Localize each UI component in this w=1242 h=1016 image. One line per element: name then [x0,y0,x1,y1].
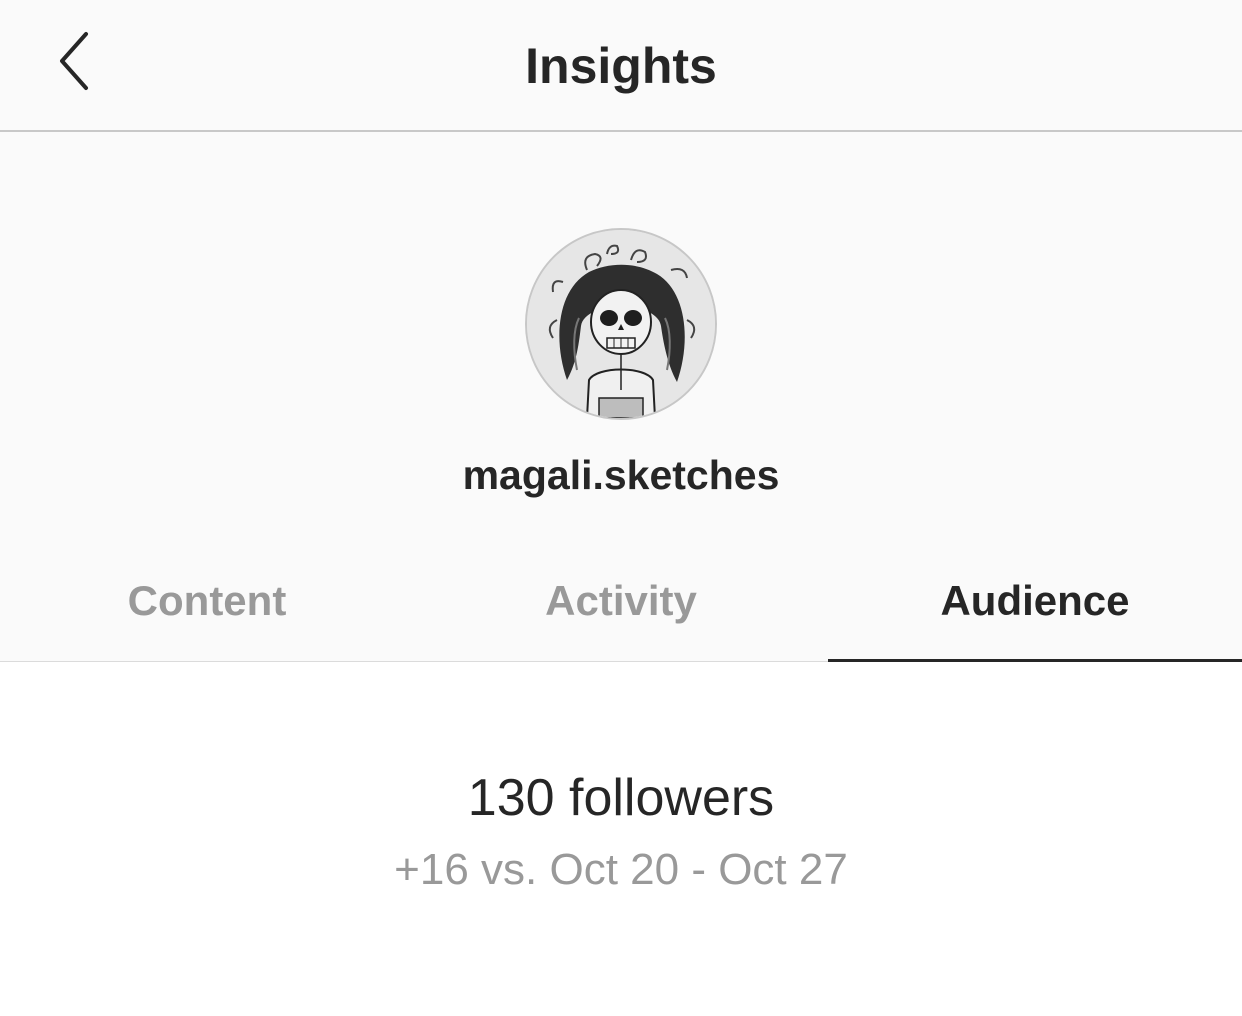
insights-header-section: Insights magali.sketches Content Activit… [0,0,1242,662]
navigation-bar: Insights [0,0,1242,132]
insights-tabs: Content Activity Audience [0,540,1242,662]
tab-activity[interactable]: Activity [414,540,828,661]
username: magali.sketches [462,452,780,498]
sketch-avatar-image [527,230,715,418]
tab-audience[interactable]: Audience [828,540,1242,662]
page-title: Insights [525,38,717,94]
followers-comparison: +16 vs. Oct 20 - Oct 27 [394,845,848,894]
avatar [525,228,717,420]
tab-content[interactable]: Content [0,540,414,661]
followers-count: 130 followers [467,769,775,827]
